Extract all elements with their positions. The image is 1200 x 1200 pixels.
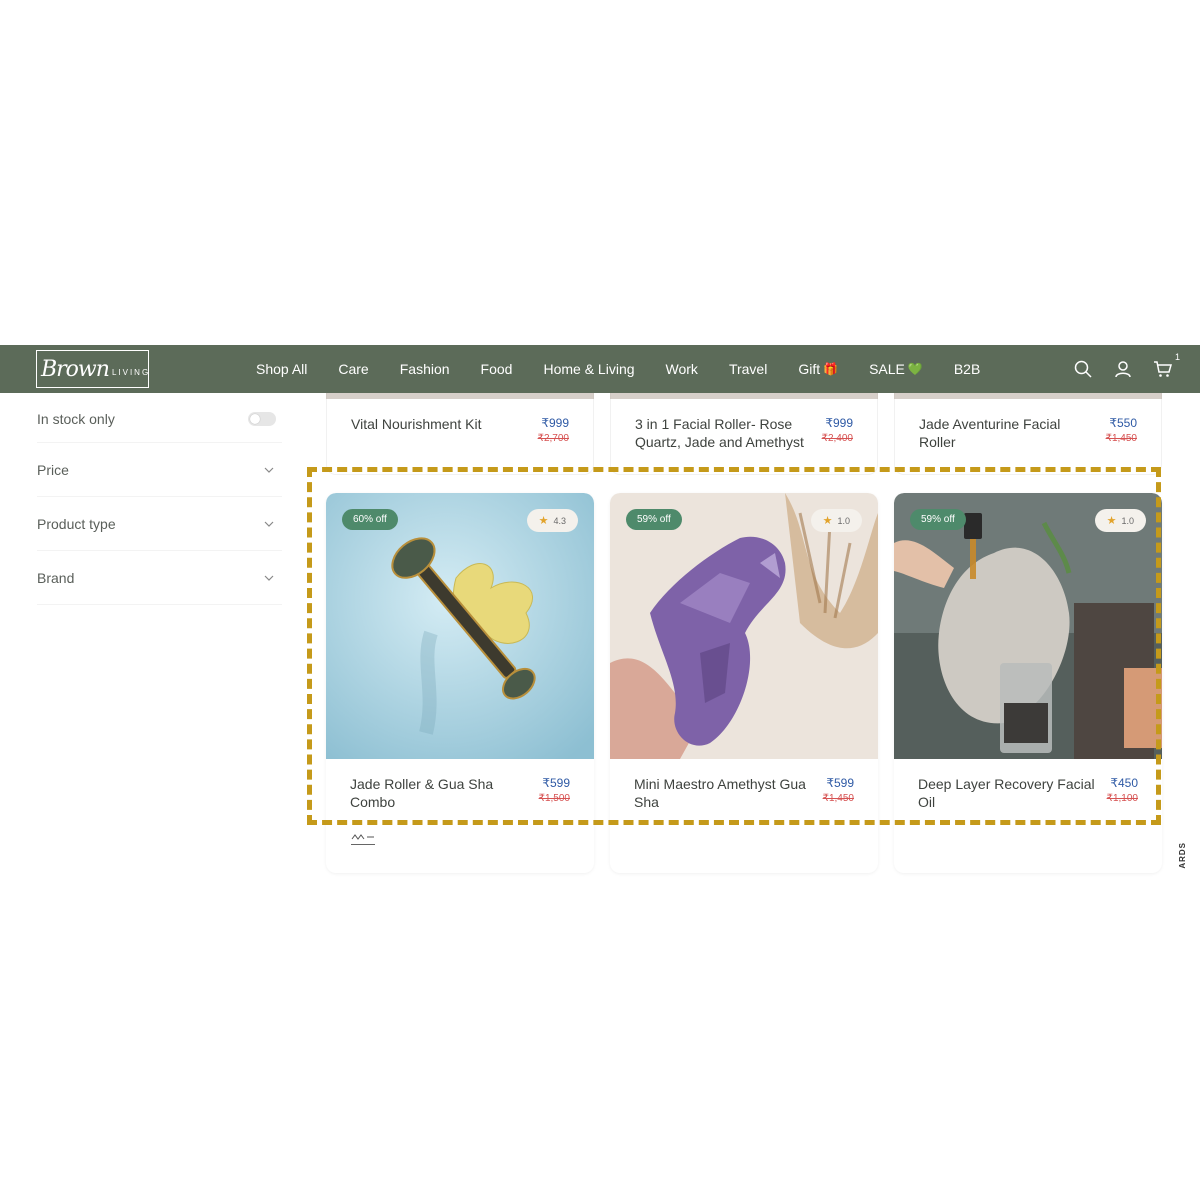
search-icon[interactable] <box>1072 358 1094 380</box>
discount-badge: 60% off <box>342 509 398 530</box>
product-card[interactable]: 60% off ★ 4.3 Jade Roller & Gua Sha Comb… <box>326 493 594 873</box>
gift-icon: 🎁 <box>823 362 839 376</box>
nav-travel[interactable]: Travel <box>729 361 767 377</box>
nav-care[interactable]: Care <box>338 361 368 377</box>
product-price: ₹450 <box>1110 776 1138 790</box>
product-card[interactable]: 59% off ★ 1.0 Deep Layer Recovery Facial… <box>894 493 1162 873</box>
product-image <box>610 393 878 399</box>
cart-count-badge: 1 <box>1174 352 1180 362</box>
product-price: ₹599 <box>542 776 570 790</box>
product-image <box>326 393 594 399</box>
rating-badge: ★ 1.0 <box>810 509 862 532</box>
chevron-down-icon <box>264 467 274 473</box>
product-name[interactable]: Mini Maestro Amethyst Gua Sha <box>634 775 814 811</box>
main-nav: Shop All Care Fashion Food Home & Living… <box>256 345 1011 393</box>
product-price: ₹999 <box>825 416 853 430</box>
product-name[interactable]: 3 in 1 Facial Roller- Rose Quartz, Jade … <box>635 415 815 451</box>
product-old-price: ₹1,450 <box>822 793 854 804</box>
in-stock-filter: In stock only <box>37 395 282 443</box>
discount-badge: 59% off <box>910 509 966 530</box>
product-image[interactable]: 59% off ★ 1.0 <box>894 493 1162 759</box>
rating-value: 4.3 <box>553 515 566 526</box>
brand-logo[interactable]: Brown LIVING <box>36 350 149 388</box>
product-old-price: ₹2,700 <box>537 433 569 444</box>
filter-sidebar: In stock only Price Product type Brand <box>37 395 282 605</box>
filter-product-type[interactable]: Product type <box>37 497 282 551</box>
rewards-side-tab[interactable]: ARDS <box>1178 842 1187 869</box>
star-icon: ★ <box>1106 515 1117 527</box>
product-card[interactable]: 59% off ★ 1.0 Mini Maestro Amethyst Gua … <box>610 493 878 873</box>
star-icon: ★ <box>538 515 549 527</box>
user-icon[interactable] <box>1112 358 1134 380</box>
chevron-down-icon <box>264 521 274 527</box>
product-price: ₹999 <box>541 416 569 430</box>
chevron-down-icon <box>264 575 274 581</box>
product-image[interactable]: 60% off ★ 4.3 <box>326 493 594 759</box>
nav-b2b[interactable]: B2B <box>954 361 980 377</box>
main-header: Brown LIVING Shop All Care Fashion Food … <box>0 345 1200 393</box>
product-price: ₹550 <box>1109 416 1137 430</box>
rating-badge: ★ 4.3 <box>526 509 578 532</box>
in-stock-toggle[interactable] <box>248 411 276 426</box>
nav-sale-label: SALE <box>869 361 905 377</box>
product-old-price: ₹2,400 <box>821 433 853 444</box>
product-image[interactable]: 59% off ★ 1.0 <box>610 493 878 759</box>
product-card[interactable]: Vital Nourishment Kit ₹999 ₹2,700 <box>326 393 594 475</box>
star-icon: ★ <box>822 515 833 527</box>
product-price: ₹599 <box>826 776 854 790</box>
rating-badge: ★ 1.0 <box>1094 509 1146 532</box>
product-card[interactable]: 3 in 1 Facial Roller- Rose Quartz, Jade … <box>610 393 878 475</box>
product-name[interactable]: Vital Nourishment Kit <box>351 415 531 447</box>
in-stock-label: In stock only <box>37 410 115 427</box>
nav-sale[interactable]: SALE 💚 <box>869 361 923 377</box>
filter-price[interactable]: Price <box>37 443 282 497</box>
nav-gift[interactable]: Gift 🎁 <box>798 361 838 377</box>
nav-work[interactable]: Work <box>666 361 698 377</box>
product-old-price: ₹1,500 <box>538 793 570 804</box>
green-heart-icon: 💚 <box>907 362 923 376</box>
product-card[interactable]: Jade Aventurine Facial Roller ₹550 ₹1,45… <box>894 393 1162 475</box>
nav-home-living[interactable]: Home & Living <box>543 361 634 377</box>
logo-script-text: Brown <box>41 356 110 382</box>
product-old-price: ₹1,450 <box>1105 433 1137 444</box>
filter-brand[interactable]: Brand <box>37 551 282 605</box>
product-name[interactable]: Deep Layer Recovery Facial Oil <box>918 775 1098 811</box>
discount-badge: 59% off <box>626 509 682 530</box>
filter-brand-label: Brand <box>37 569 75 586</box>
rating-value: 1.0 <box>837 515 850 526</box>
product-name[interactable]: Jade Aventurine Facial Roller <box>919 415 1099 451</box>
header-actions: 1 <box>1072 345 1180 393</box>
nav-gift-label: Gift <box>798 361 821 377</box>
logo-word-text: LIVING <box>111 367 151 377</box>
nav-food[interactable]: Food <box>481 361 513 377</box>
filter-price-label: Price <box>37 461 69 478</box>
product-name[interactable]: Jade Roller & Gua Sha Combo <box>350 775 530 811</box>
product-old-price: ₹1,100 <box>1106 793 1138 804</box>
nav-fashion[interactable]: Fashion <box>400 361 450 377</box>
brand-mini-logo-icon <box>351 833 375 845</box>
product-image <box>894 393 1162 399</box>
nav-shop-all[interactable]: Shop All <box>256 361 307 377</box>
rating-value: 1.0 <box>1121 515 1134 526</box>
cart-icon[interactable]: 1 <box>1152 352 1180 380</box>
filter-product-type-label: Product type <box>37 515 116 532</box>
